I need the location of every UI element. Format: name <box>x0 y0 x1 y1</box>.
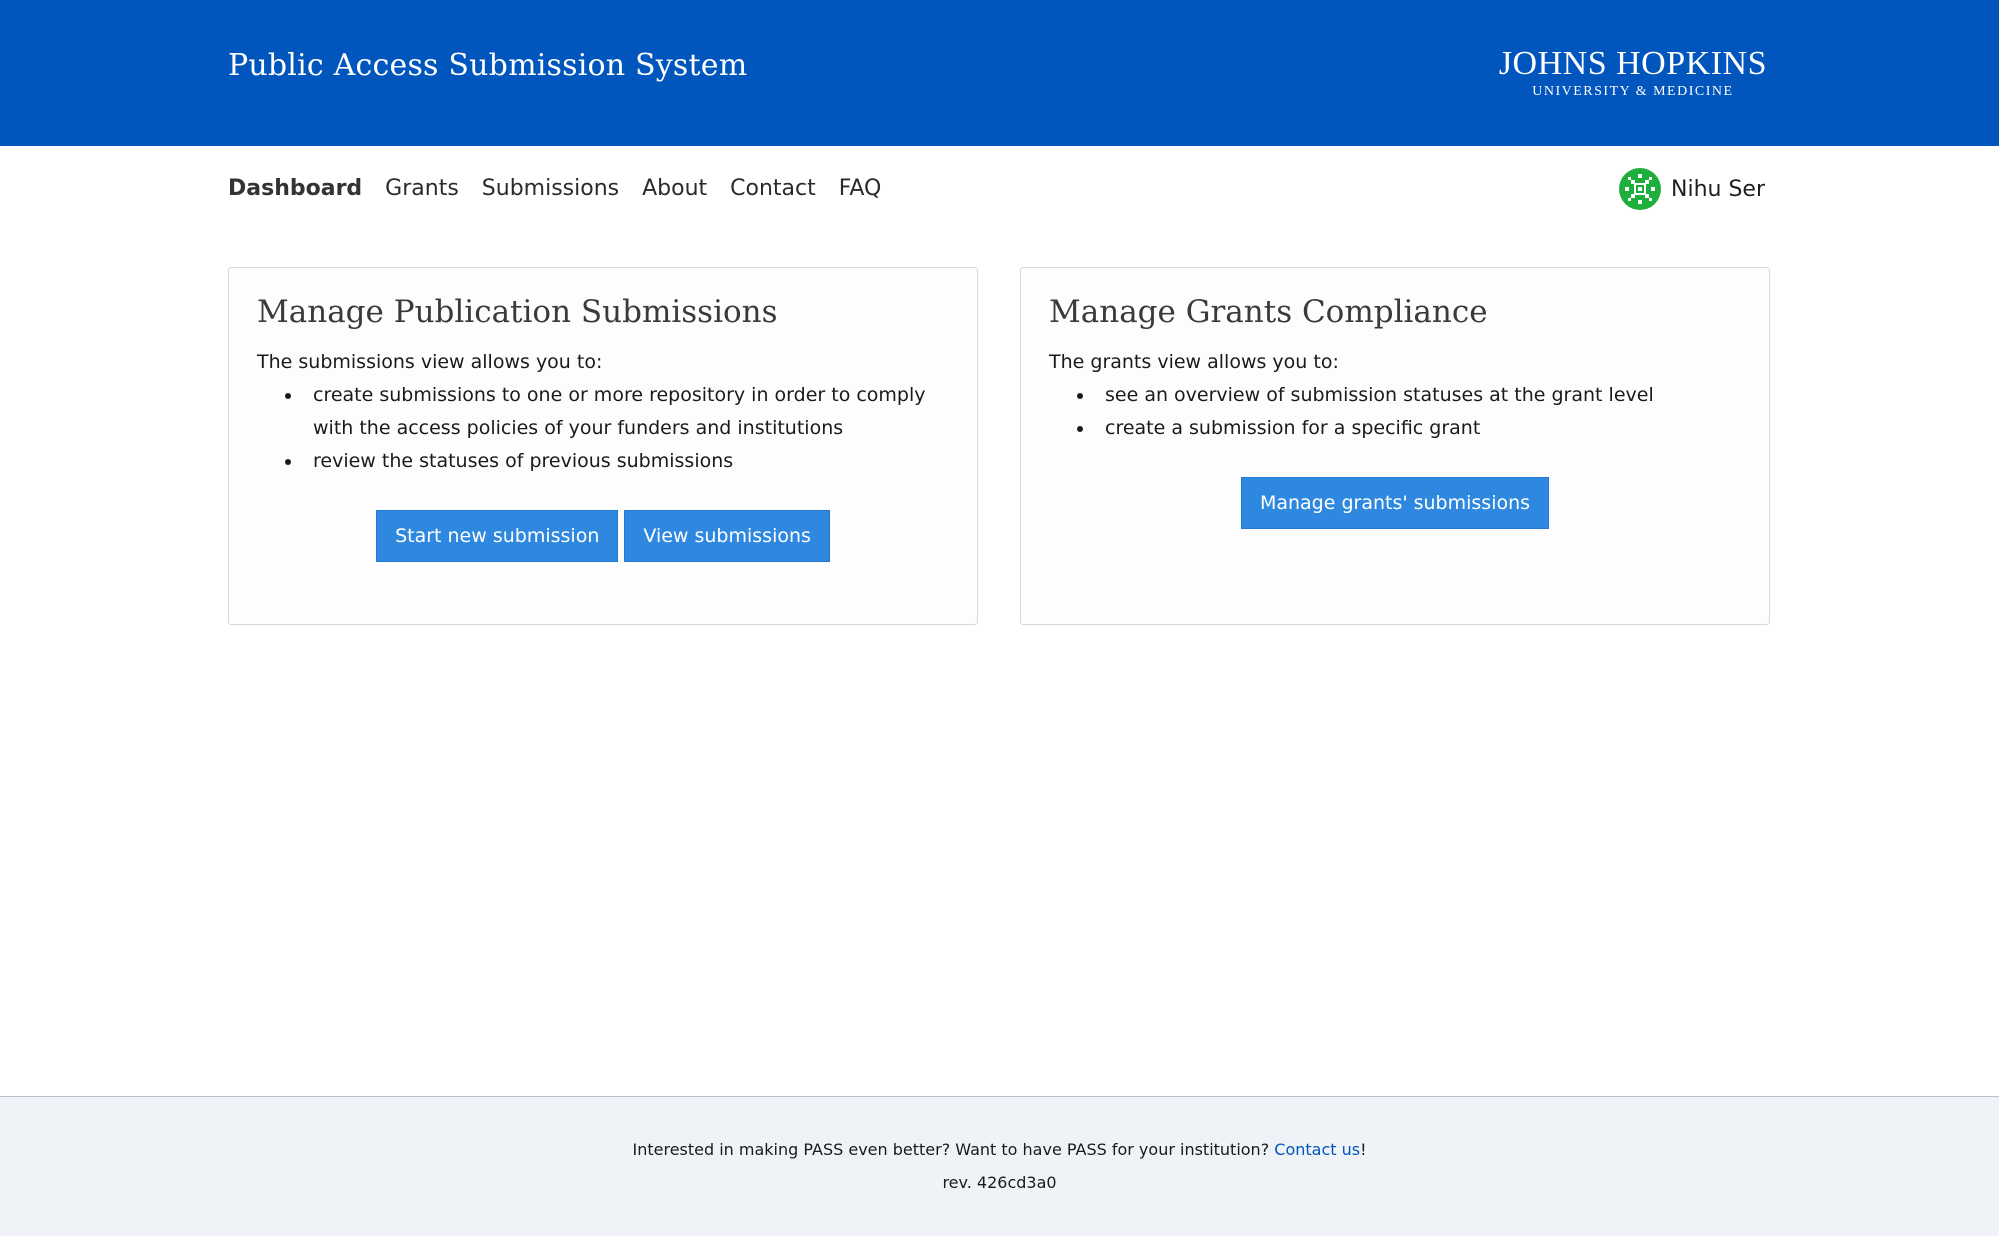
footer-message: Interested in making PASS even better? W… <box>0 1140 1999 1159</box>
grants-card-intro: The grants view allows you to: <box>1049 351 1339 373</box>
site-footer: Interested in making PASS even better? W… <box>0 1096 1999 1236</box>
site-header: Public Access Submission System JOHNS HO… <box>0 0 1999 146</box>
logo-sub-text: UNIVERSITY & MEDICINE <box>1532 84 1734 99</box>
user-menu[interactable]: Nihu Ser <box>1619 168 1765 210</box>
nav-grants[interactable]: Grants <box>385 176 459 201</box>
start-new-submission-button[interactable]: Start new submission <box>376 510 619 562</box>
jhu-logo[interactable]: JOHNS HOPKINS UNIVERSITY & MEDICINE <box>1499 46 1767 100</box>
manage-grants-submissions-button[interactable]: Manage grants' submissions <box>1240 477 1550 529</box>
user-name: Nihu Ser <box>1671 176 1765 202</box>
nav-faq[interactable]: FAQ <box>839 176 882 201</box>
footer-suffix: ! <box>1360 1140 1367 1159</box>
main-nav: Dashboard Grants Submissions About Conta… <box>228 170 881 206</box>
submissions-feature-list: create submissions to one or more reposi… <box>285 379 949 478</box>
list-item: review the statuses of previous submissi… <box>285 445 949 478</box>
nav-about[interactable]: About <box>642 176 707 201</box>
logo-main-text: JOHNS HOPKINS <box>1498 45 1767 82</box>
submissions-card: Manage Publication Submissions The submi… <box>228 267 978 625</box>
view-submissions-button[interactable]: View submissions <box>624 510 830 562</box>
revision-label: rev. 426cd3a0 <box>942 1173 1057 1192</box>
site-title[interactable]: Public Access Submission System <box>228 48 747 83</box>
nav-contact[interactable]: Contact <box>730 176 816 201</box>
submissions-card-intro: The submissions view allows you to: <box>257 351 603 373</box>
submissions-card-title: Manage Publication Submissions <box>257 294 778 330</box>
nav-dashboard[interactable]: Dashboard <box>228 176 362 201</box>
avatar-pattern-icon <box>1619 168 1661 210</box>
grants-card: Manage Grants Compliance The grants view… <box>1020 267 1770 625</box>
submissions-actions: Start new submission View submissions <box>257 510 949 562</box>
grants-feature-list: see an overview of submission statuses a… <box>1077 379 1741 445</box>
contact-us-link[interactable]: Contact us <box>1274 1140 1360 1159</box>
list-item: create submissions to one or more reposi… <box>285 379 949 445</box>
grants-card-title: Manage Grants Compliance <box>1049 294 1488 330</box>
nav-submissions[interactable]: Submissions <box>482 176 619 201</box>
grants-actions: Manage grants' submissions <box>1049 477 1741 529</box>
list-item: create a submission for a specific grant <box>1077 412 1741 445</box>
list-item: see an overview of submission statuses a… <box>1077 379 1741 412</box>
footer-text: Interested in making PASS even better? W… <box>632 1140 1270 1159</box>
